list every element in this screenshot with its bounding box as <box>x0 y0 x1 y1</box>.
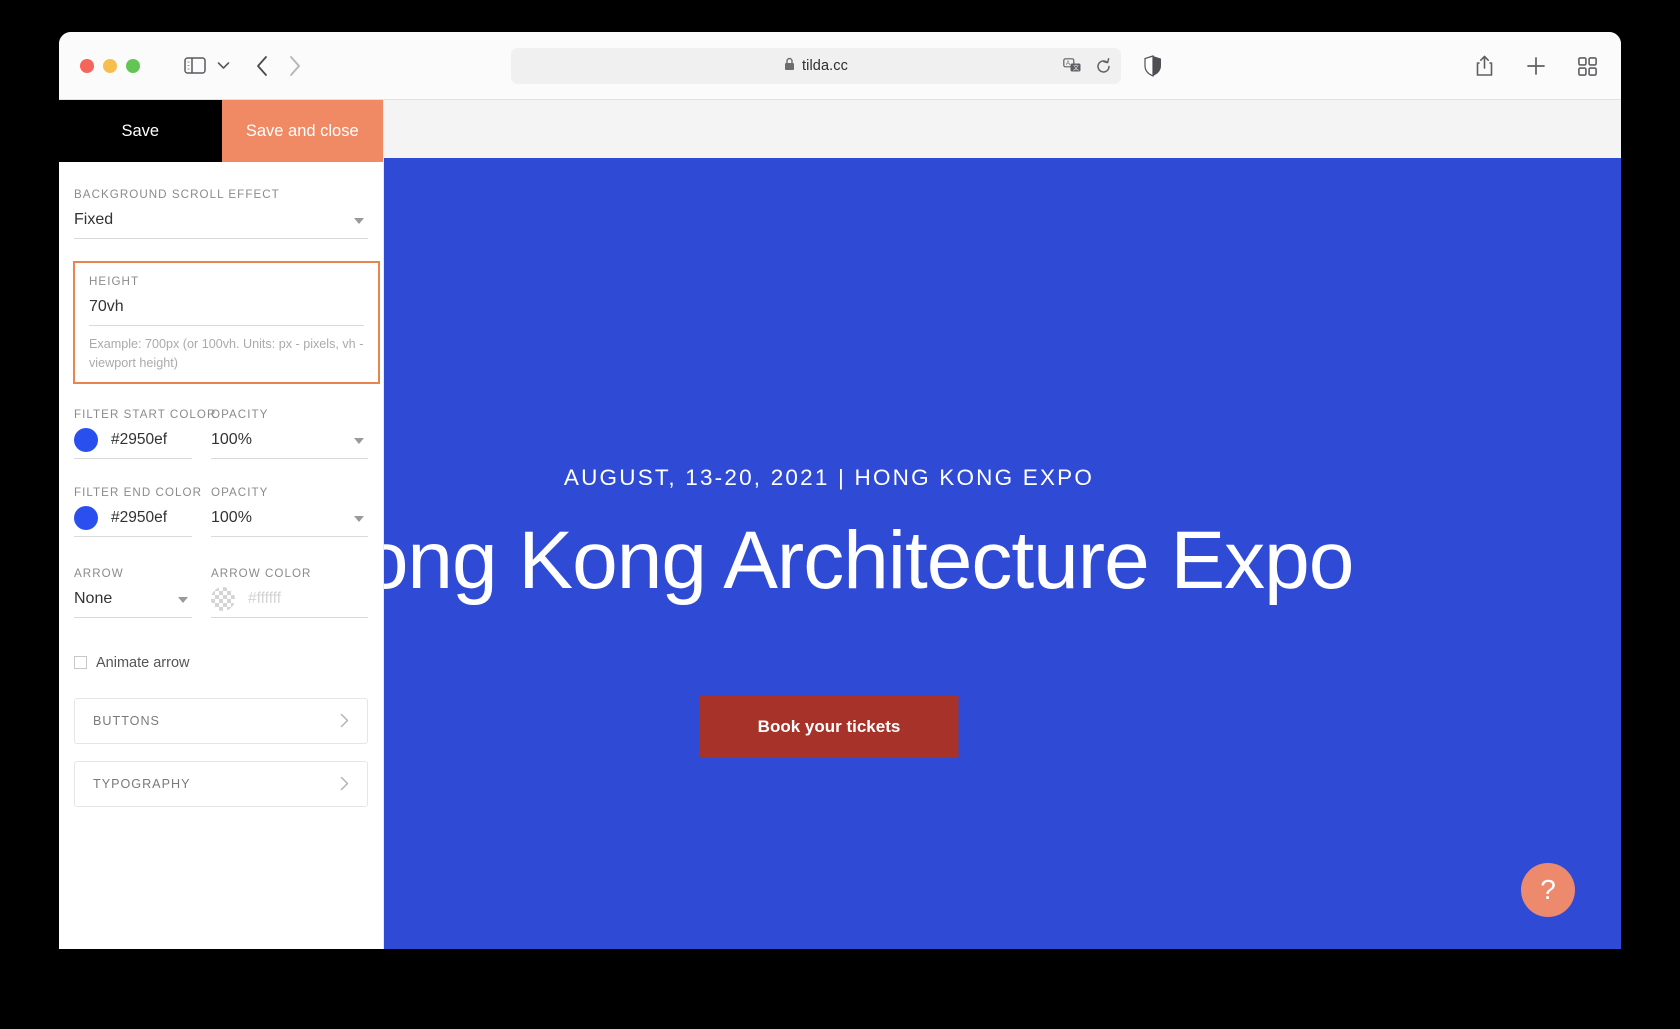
background-scroll-effect-value: Fixed <box>74 211 114 228</box>
minimize-window-button[interactable] <box>103 58 117 73</box>
filter-end-opacity-label: Opacity <box>211 485 269 499</box>
animate-arrow-label: Animate arrow <box>96 654 190 671</box>
filter-start-color-label: Filter start color <box>74 407 217 421</box>
translate-icon[interactable]: A文 <box>1063 58 1082 74</box>
animate-arrow-row[interactable]: Animate arrow <box>74 618 368 671</box>
svg-text:A: A <box>1066 61 1070 67</box>
save-button[interactable]: Save <box>59 100 222 162</box>
accordion-buttons[interactable]: Buttons <box>74 697 368 744</box>
share-icon[interactable] <box>1475 55 1494 77</box>
hero-inner: AUGUST, 13-20, 2021 | HONG KONG EXPO Hon… <box>384 158 1621 949</box>
filter-start-color-input[interactable]: #2950ef <box>74 421 192 459</box>
filter-end-color-input[interactable]: #2950ef <box>74 499 192 537</box>
filter-start-color-group: Filter start color #2950ef <box>74 407 217 459</box>
help-button[interactable]: ? <box>1521 863 1575 917</box>
tab-overview-icon[interactable] <box>1578 56 1597 76</box>
reload-icon[interactable] <box>1095 57 1112 75</box>
background-scroll-effect-group: Background scroll effect Fixed <box>74 162 368 239</box>
accordion-typography[interactable]: Typography <box>74 760 368 807</box>
page-content: AUGUST, 13-20, 2021 | HONG KONG EXPO Hon… <box>59 100 1621 949</box>
filter-start-row: Filter start color #2950ef Opacity 100% <box>74 384 368 459</box>
accordion-label: Typography <box>93 776 191 791</box>
settings-panel: Save Save and close Background scroll ef… <box>59 100 384 949</box>
arrow-color-group: Arrow color #ffffff <box>211 567 368 618</box>
arrow-value: None <box>74 589 113 607</box>
accordion-label: Buttons <box>93 713 160 728</box>
panel-actions: Save Save and close <box>59 100 383 162</box>
chevron-down-icon[interactable] <box>217 61 230 70</box>
chevron-down-icon <box>354 218 364 224</box>
hero-title: Hong Kong Architecture Expo <box>384 515 1354 606</box>
close-window-button[interactable] <box>80 58 94 73</box>
color-swatch[interactable] <box>74 505 98 530</box>
background-scroll-effect-select[interactable]: Fixed <box>74 201 368 239</box>
animate-arrow-checkbox[interactable] <box>74 656 87 670</box>
arrow-color-placeholder: #ffffff <box>248 589 282 607</box>
book-tickets-button[interactable]: Book your tickets <box>699 696 959 758</box>
chevron-right-icon <box>340 713 349 728</box>
filter-start-color-hex: #2950ef <box>111 430 168 448</box>
address-bar[interactable]: tilda.cc A文 <box>511 48 1121 84</box>
maximize-window-button[interactable] <box>126 58 140 73</box>
filter-start-opacity-select[interactable]: 100% <box>211 421 368 459</box>
filter-end-color-label: Filter end color <box>74 485 203 499</box>
accordion-list: Buttons Typography <box>74 697 368 807</box>
filter-start-opacity-group: Opacity 100% <box>211 408 368 459</box>
chevron-down-icon <box>178 596 188 603</box>
hero-preview: AUGUST, 13-20, 2021 | HONG KONG EXPO Hon… <box>384 158 1621 949</box>
filter-end-color-group: Filter end color #2950ef <box>74 485 203 537</box>
svg-text:文: 文 <box>1073 64 1079 72</box>
hero-eyebrow: AUGUST, 13-20, 2021 | HONG KONG EXPO <box>563 465 1095 490</box>
privacy-shield-icon[interactable] <box>1144 55 1162 77</box>
height-group: Height 70vh Example: 700px (or 100vh. Un… <box>73 261 380 384</box>
filter-end-color-hex: #2950ef <box>111 508 168 526</box>
arrow-row: Arrow None Arrow color #ffffff <box>74 537 368 618</box>
plus-icon[interactable] <box>1526 56 1546 76</box>
panel-body: Background scroll effect Fixed Height 70… <box>59 162 383 807</box>
arrow-label: Arrow <box>74 566 124 580</box>
chevron-down-icon <box>354 515 364 522</box>
chevron-right-icon <box>340 776 349 791</box>
chevron-down-icon <box>354 437 364 444</box>
browser-toolbar: tilda.cc A文 <box>59 32 1621 100</box>
arrow-select[interactable]: None <box>74 580 192 618</box>
height-hint: Example: 700px (or 100vh. Units: px - pi… <box>89 337 364 370</box>
filter-end-row: Filter end color #2950ef Opacity 100% <box>74 459 368 537</box>
filter-start-opacity-value: 100% <box>211 430 252 448</box>
transparent-color-swatch[interactable] <box>211 586 235 611</box>
address-bar-actions: A文 <box>1063 48 1112 84</box>
filter-end-opacity-value: 100% <box>211 508 252 526</box>
height-label: Height <box>89 275 140 288</box>
url-text: tilda.cc <box>802 58 848 74</box>
arrow-color-input[interactable]: #ffffff <box>211 580 368 618</box>
lock-icon <box>784 57 795 76</box>
filter-start-opacity-label: Opacity <box>211 407 269 421</box>
back-arrow-icon[interactable] <box>256 55 269 77</box>
height-value: 70vh <box>89 298 124 315</box>
filter-end-opacity-group: Opacity 100% <box>211 486 368 537</box>
toolbar-right-actions <box>1475 32 1597 100</box>
filter-end-opacity-select[interactable]: 100% <box>211 499 368 537</box>
browser-window: tilda.cc A文 AUGUST, 13-20, 2021 | HONG K… <box>59 32 1621 949</box>
window-controls <box>80 58 140 73</box>
arrow-color-label: Arrow color <box>211 566 312 580</box>
forward-arrow-icon[interactable] <box>288 55 301 77</box>
save-and-close-button[interactable]: Save and close <box>221 100 383 162</box>
sidebar-toggle-icon[interactable] <box>184 57 206 74</box>
color-swatch[interactable] <box>74 427 98 452</box>
background-scroll-effect-label: Background scroll effect <box>74 188 280 201</box>
arrow-group: Arrow None <box>74 567 192 618</box>
height-input[interactable]: 70vh <box>89 288 364 326</box>
